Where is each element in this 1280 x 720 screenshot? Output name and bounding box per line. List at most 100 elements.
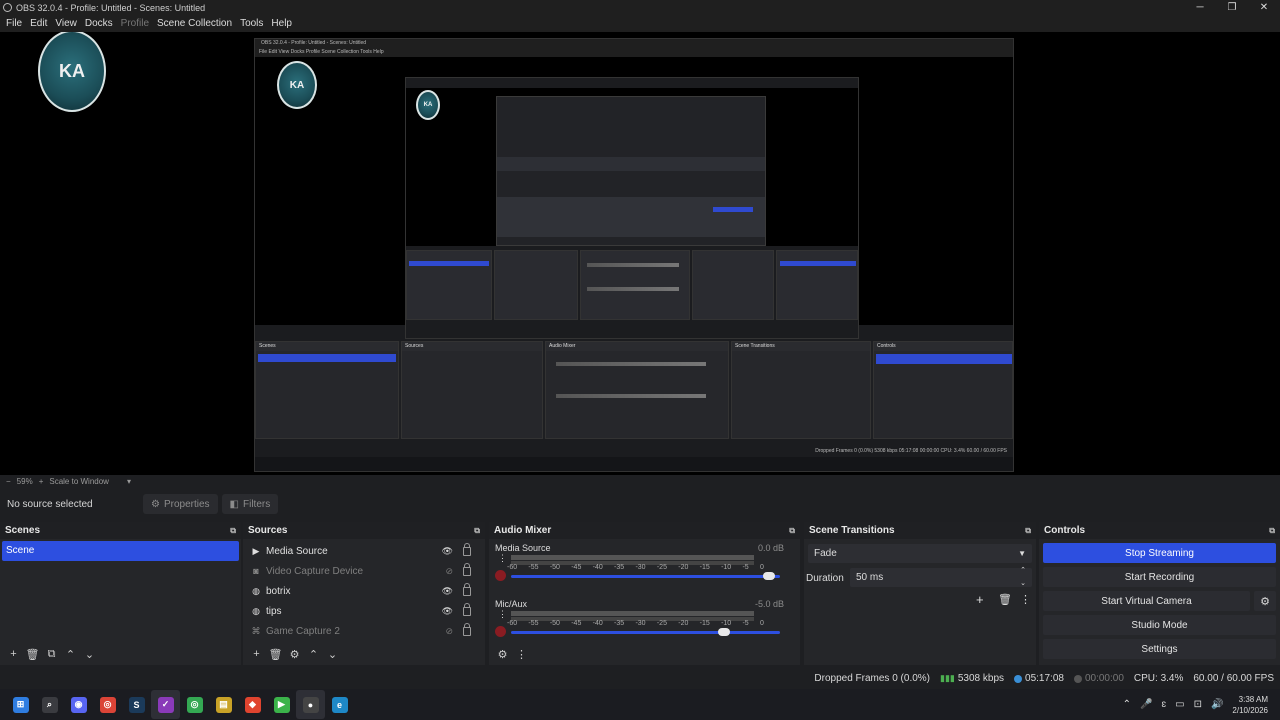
mixer-settings-icon[interactable]: ⚙ <box>493 645 512 663</box>
float-icon[interactable]: ⧉ <box>474 526 480 536</box>
virtual-camera-settings-icon[interactable]: ⚙ <box>1254 591 1276 611</box>
clock[interactable]: 3:38 AM 2/10/2026 <box>1232 694 1268 716</box>
scale-mode-select[interactable]: Scale to Window <box>49 477 109 486</box>
brave-icon[interactable]: ◆ <box>238 690 267 719</box>
visibility-icon[interactable]: 👁 <box>442 546 453 557</box>
source-item[interactable]: ⌘ Game Capture 2 ⊘ <box>243 621 485 641</box>
move-source-down-button[interactable]: ⌄ <box>323 645 342 663</box>
preview-canvas[interactable]: KA OBS 32.0.4 - Profile: Untitled - Scen… <box>0 32 1280 475</box>
menu-view[interactable]: View <box>55 18 77 29</box>
visibility-off-icon[interactable]: ⊘ <box>445 626 453 637</box>
move-scene-up-button[interactable]: ⌃ <box>61 645 80 663</box>
controls-header: Controls ⧉ <box>1039 522 1280 539</box>
lock-icon[interactable] <box>463 543 471 556</box>
network-icon[interactable]: ⊡ <box>1194 699 1202 710</box>
nested-scene-row <box>258 354 396 362</box>
edge-icon[interactable]: e <box>325 690 354 719</box>
properties-button[interactable]: ⚙ Properties <box>143 494 218 514</box>
mute-icon[interactable] <box>495 570 506 581</box>
lock-icon[interactable] <box>463 583 471 596</box>
spinner-icon[interactable]: ⌃ ⌄ <box>1020 564 1026 590</box>
menu-help[interactable]: Help <box>271 18 292 29</box>
add-scene-button[interactable]: + <box>4 645 23 663</box>
microphone-icon[interactable]: 🎤 <box>1140 699 1152 710</box>
visibility-icon[interactable]: 👁 <box>442 586 453 597</box>
source-properties-button[interactable]: ⚙ <box>285 645 304 663</box>
twitch-icon[interactable]: ✓ <box>151 690 180 719</box>
channel-menu-icon[interactable]: ⋮ <box>498 553 507 564</box>
start-recording-button[interactable]: Start Recording <box>1043 567 1276 587</box>
maximize-button[interactable]: ❐ <box>1216 0 1248 15</box>
channel-menu-icon[interactable]: ⋮ <box>498 609 507 620</box>
source-item[interactable]: ◍ tips 👁 <box>243 601 485 621</box>
nested-obs-window-2: KA <box>405 77 859 339</box>
filters-button[interactable]: ◧ Filters <box>221 494 279 514</box>
mixer-menu-icon[interactable]: ⋮ <box>512 645 531 663</box>
remove-transition-button[interactable]: 🗑 <box>998 593 1012 606</box>
display-icon[interactable]: ▭ <box>1175 699 1184 710</box>
float-icon[interactable]: ⧉ <box>230 526 236 536</box>
discord-icon[interactable]: ◉ <box>64 690 93 719</box>
lock-icon[interactable] <box>463 623 471 636</box>
cpu-usage: CPU: 3.4% <box>1133 673 1184 684</box>
obs-icon[interactable]: ● <box>296 690 325 719</box>
move-source-up-button[interactable]: ⌃ <box>304 645 323 663</box>
channel-db: 0.0 dB <box>757 543 784 553</box>
volume-slider-handle[interactable] <box>717 628 730 636</box>
mute-icon[interactable] <box>495 626 506 637</box>
add-transition-button[interactable]: + <box>976 592 984 607</box>
close-button[interactable]: ✕ <box>1248 0 1280 15</box>
duration-field[interactable]: 50 ms ⌃ ⌄ <box>850 567 1032 587</box>
nested-scenes-dock: Scenes <box>255 341 399 439</box>
remove-source-button[interactable]: 🗑 <box>266 645 285 663</box>
scene-filters-button[interactable]: ⧉ <box>42 645 61 663</box>
zoom-in-button[interactable]: + <box>39 477 44 486</box>
minimize-button[interactable]: ─ <box>1184 0 1216 15</box>
float-icon[interactable]: ⧉ <box>1025 526 1031 536</box>
remove-scene-button[interactable]: 🗑 <box>23 645 42 663</box>
volume-slider-handle[interactable] <box>763 572 776 580</box>
scene-item[interactable]: Scene <box>2 541 239 561</box>
move-scene-down-button[interactable]: ⌄ <box>80 645 99 663</box>
zoom-out-button[interactable]: − <box>6 477 11 486</box>
volume-slider[interactable] <box>511 575 780 578</box>
window-title: OBS 32.0.4 - Profile: Untitled - Scenes:… <box>16 2 206 13</box>
volume-icon[interactable]: 🔊 <box>1211 699 1223 710</box>
play-store-icon[interactable]: ▶ <box>267 690 296 719</box>
transition-menu-icon[interactable]: ⋮ <box>1020 593 1031 606</box>
scale-tick: -25 <box>656 620 667 627</box>
source-item[interactable]: ◍ botrix 👁 <box>243 581 485 601</box>
visibility-off-icon[interactable]: ⊘ <box>445 566 453 577</box>
nested-dock-title: Controls <box>874 342 1012 351</box>
source-item[interactable]: ▶ Media Source 👁 <box>243 541 485 561</box>
tray-overflow-icon[interactable]: ⌃ <box>1123 699 1131 710</box>
source-item[interactable]: ◙ Video Capture Device ⊘ <box>243 561 485 581</box>
float-icon[interactable]: ⧉ <box>789 526 795 536</box>
transition-select[interactable]: Fade ▼ <box>808 544 1032 563</box>
menu-profile[interactable]: Profile <box>121 18 149 29</box>
studio-mode-button[interactable]: Studio Mode <box>1043 615 1276 635</box>
windows-start-icon[interactable]: ⊞ <box>6 690 35 719</box>
steam-app-icon[interactable]: S <box>122 690 151 719</box>
channel-name: Media Source <box>495 543 551 553</box>
start-virtual-camera-button[interactable]: Start Virtual Camera <box>1043 591 1250 611</box>
language-icon[interactable]: ɛ <box>1162 699 1167 710</box>
menu-docks[interactable]: Docks <box>85 18 113 29</box>
menu-scene-collection[interactable]: Scene Collection <box>157 18 232 29</box>
menu-edit[interactable]: Edit <box>30 18 47 29</box>
chrome-icon[interactable]: ◎ <box>93 690 122 719</box>
visibility-icon[interactable]: 👁 <box>442 606 453 617</box>
files-icon[interactable]: ▤ <box>209 690 238 719</box>
menu-tools[interactable]: Tools <box>240 18 263 29</box>
lock-icon[interactable] <box>463 603 471 616</box>
search-icon[interactable]: ⌕ <box>35 690 64 719</box>
stop-streaming-button[interactable]: Stop Streaming <box>1043 543 1276 563</box>
lock-icon[interactable] <box>463 563 471 576</box>
float-icon[interactable]: ⧉ <box>1269 526 1275 536</box>
scale-mode-dropdown-icon[interactable]: ▾ <box>127 477 131 486</box>
chrome-profile-icon[interactable]: ◎ <box>180 690 209 719</box>
menu-file[interactable]: File <box>6 18 22 29</box>
add-source-button[interactable]: + <box>247 645 266 663</box>
volume-slider[interactable] <box>511 631 780 634</box>
settings-button[interactable]: Settings <box>1043 639 1276 659</box>
